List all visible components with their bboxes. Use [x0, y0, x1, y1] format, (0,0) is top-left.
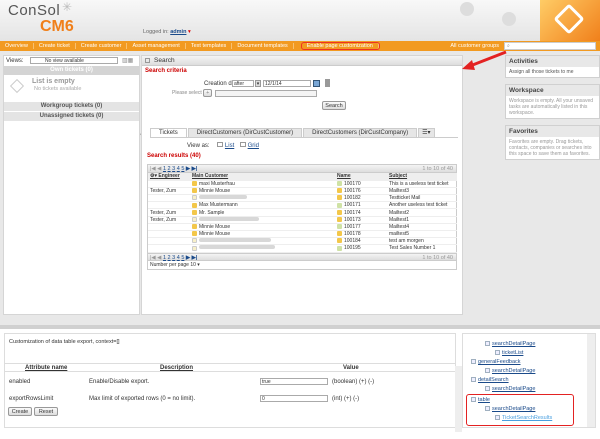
tree-node-ticket-list[interactable]: ticketList	[495, 350, 523, 356]
enabled-type[interactable]: (boolean) (+) (-)	[332, 379, 374, 385]
component-icon	[471, 397, 476, 403]
tree-node-ticket-search-results[interactable]: TicketSearchResults	[495, 415, 552, 421]
component-tree: searchDetailPage ticketList generalFeedb…	[462, 333, 596, 428]
tree-node-search-detail-page[interactable]: searchDetailPage	[485, 341, 535, 347]
customization-context: Customization of data table export, cont…	[9, 339, 120, 345]
tree-node-detail-search[interactable]: detailSearch	[471, 377, 509, 383]
create-button[interactable]: Create	[8, 407, 32, 416]
reset-button[interactable]: Reset	[34, 407, 58, 416]
component-icon	[495, 415, 500, 421]
arrow-nav-to-search	[469, 50, 507, 68]
tree-node-search-detail-page[interactable]: searchDetailPage	[485, 406, 535, 412]
tree-node-general-feedback[interactable]: generalFeedback	[471, 359, 521, 365]
tree-node-table[interactable]: table	[471, 397, 490, 403]
component-icon	[471, 359, 476, 365]
component-icon	[471, 377, 476, 383]
scrollbar-vertical[interactable]	[455, 366, 462, 432]
export-rows-type[interactable]: (int) (+) (-)	[332, 396, 359, 402]
export-rows-limit-input[interactable]: 0	[260, 395, 328, 402]
customization-header: Attribute name Description Value	[5, 363, 455, 372]
component-icon	[485, 341, 490, 347]
component-icon	[485, 386, 490, 392]
component-icon	[495, 350, 500, 356]
tree-node-search-detail-page[interactable]: searchDetailPage	[485, 386, 535, 392]
tree-scrollbar[interactable]	[587, 334, 595, 427]
arrow-head	[462, 60, 475, 70]
tree-node-search-detail-page[interactable]: searchDetailPage	[485, 368, 535, 374]
component-icon	[485, 368, 490, 374]
component-icon	[485, 406, 490, 412]
customization-panel: Customization of data table export, cont…	[4, 333, 456, 428]
enabled-value-input[interactable]: true	[260, 378, 328, 385]
